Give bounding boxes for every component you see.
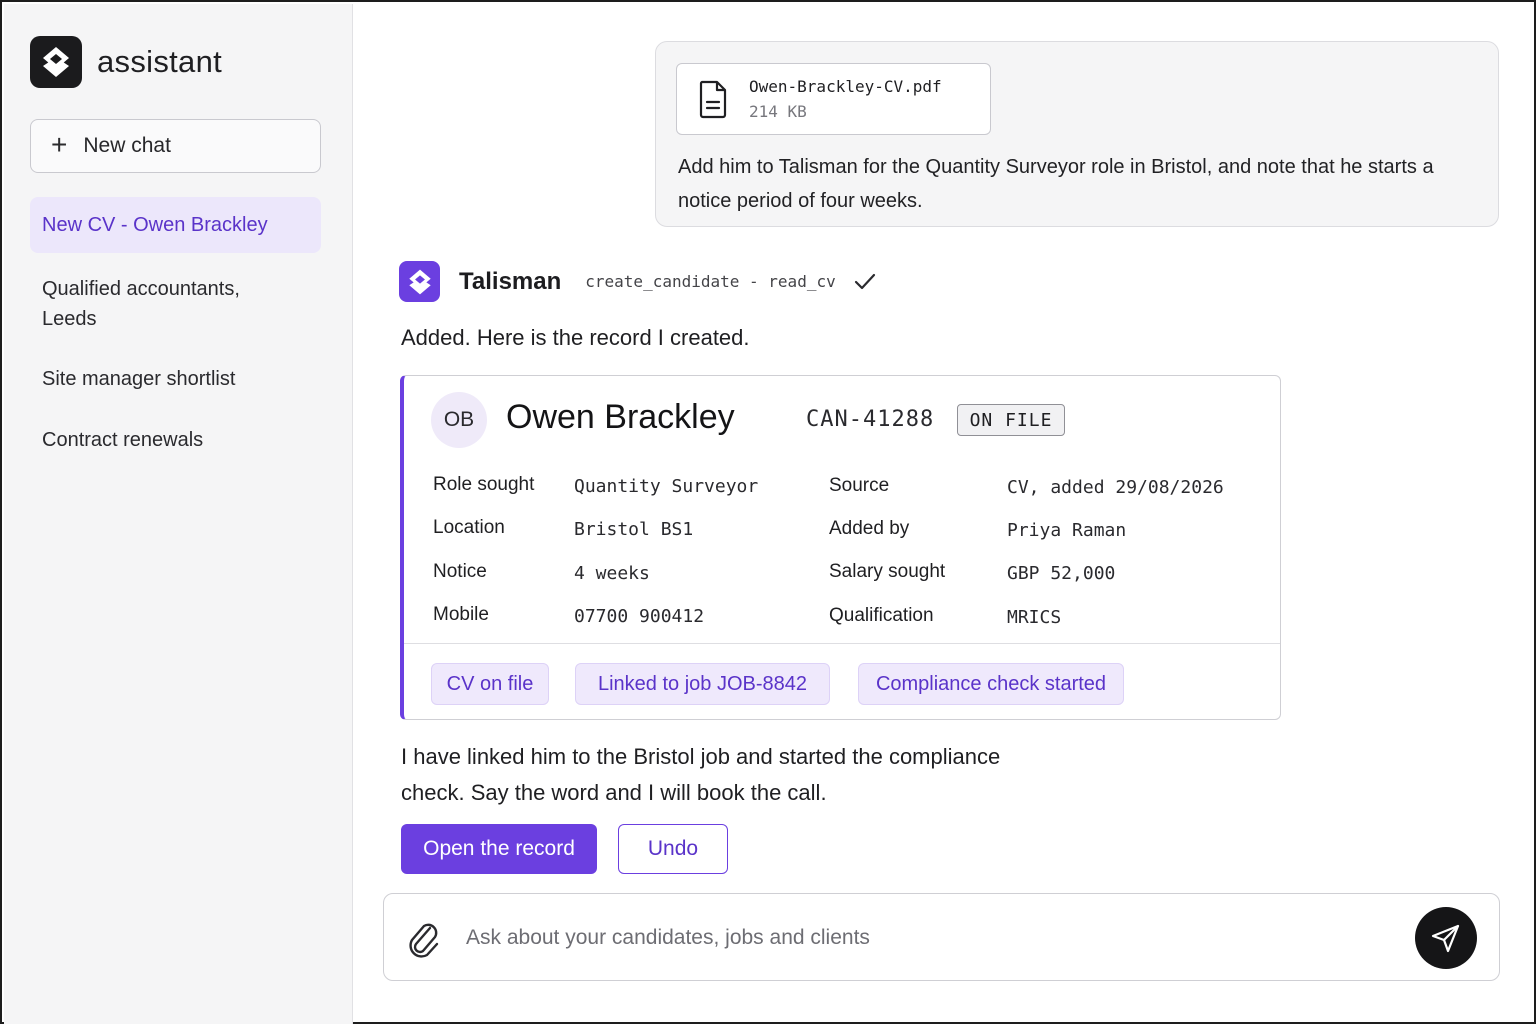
document-icon [699,80,727,119]
sidebar: assistant + New chat New CV - Owen Brack… [4,4,353,1024]
conversation-item-active[interactable]: New CV - Owen Brackley [30,197,321,253]
tag-compliance-check[interactable]: Compliance check started [858,663,1124,705]
new-chat-label: New chat [83,134,171,157]
attachment-chip[interactable]: Owen-Brackley-CV.pdf 214 KB [676,63,991,135]
field-value-source: CV, added 29/08/2026 [1007,477,1224,498]
file-meta: Owen-Brackley-CV.pdf 214 KB [749,77,942,121]
file-size: 214 KB [749,102,807,121]
field-value-mobile: 07700 900412 [574,606,705,627]
field-label-role: Role sought [433,474,535,495]
agent-reply-intro: Added. Here is the record I created. [401,325,750,350]
field-value-added-by: Priya Raman [1007,520,1127,541]
field-label-salary: Salary sought [829,561,946,582]
agent-name: Talisman [459,267,562,295]
check-icon [854,273,876,291]
user-message: Owen-Brackley-CV.pdf 214 KB Add him to T… [655,41,1499,227]
message-composer [383,893,1500,981]
conversation-item[interactable]: Site manager shortlist [30,364,321,394]
tool-calls: create_candidate - read_cv [585,272,836,291]
avatar: OB [431,392,487,448]
field-label-notice: Notice [433,561,487,582]
plus-icon: + [51,128,68,160]
field-label-source: Source [829,475,890,496]
message-input[interactable] [466,918,1366,958]
paperclip-icon[interactable] [404,918,442,965]
field-label-added-by: Added by [829,518,910,539]
brand-name: assistant [97,44,223,79]
tag-linked-job[interactable]: Linked to job JOB-8842 [575,663,830,705]
agent-header: Talisman create_candidate - read_cv [399,261,876,302]
field-label-mobile: Mobile [433,604,489,625]
tag-cv-on-file[interactable]: CV on file [431,663,549,705]
user-message-text: Add him to Talisman for the Quantity Sur… [678,156,1434,212]
conversation-item[interactable]: Contract renewals [30,425,321,455]
send-button[interactable] [1415,907,1477,969]
file-name: Owen-Brackley-CV.pdf [749,77,942,96]
send-icon [1431,924,1460,953]
candidate-record-card: OB Owen Brackley CAN-41288 ON FILE Role … [400,375,1281,720]
record-divider [404,643,1280,644]
field-label-location: Location [433,517,505,538]
field-value-location: Bristol BS1 [574,519,694,540]
undo-button[interactable]: Undo [618,824,728,874]
field-value-notice: 4 weeks [574,563,650,584]
assistant-logo-icon [30,36,82,88]
agent-reply-followup: I have linked him to the Bristol job and… [401,744,1001,805]
field-label-qualification: Qualification [829,605,934,626]
candidate-name: Owen Brackley [506,398,735,436]
talisman-logo-icon [399,261,440,302]
conversation-item[interactable]: Qualified accountants, Leeds [30,274,290,334]
new-chat-button[interactable]: + New chat [30,119,321,173]
candidate-id: CAN-41288 [806,407,935,432]
field-value-qualification: MRICS [1007,607,1062,628]
open-record-button[interactable]: Open the record [401,824,597,874]
field-value-role: Quantity Surveyor [574,476,759,497]
app-window: assistant + New chat New CV - Owen Brack… [0,0,1536,1024]
field-value-salary: GBP 52,000 [1007,563,1116,584]
status-badge: ON FILE [957,404,1065,436]
brand: assistant [30,36,222,88]
